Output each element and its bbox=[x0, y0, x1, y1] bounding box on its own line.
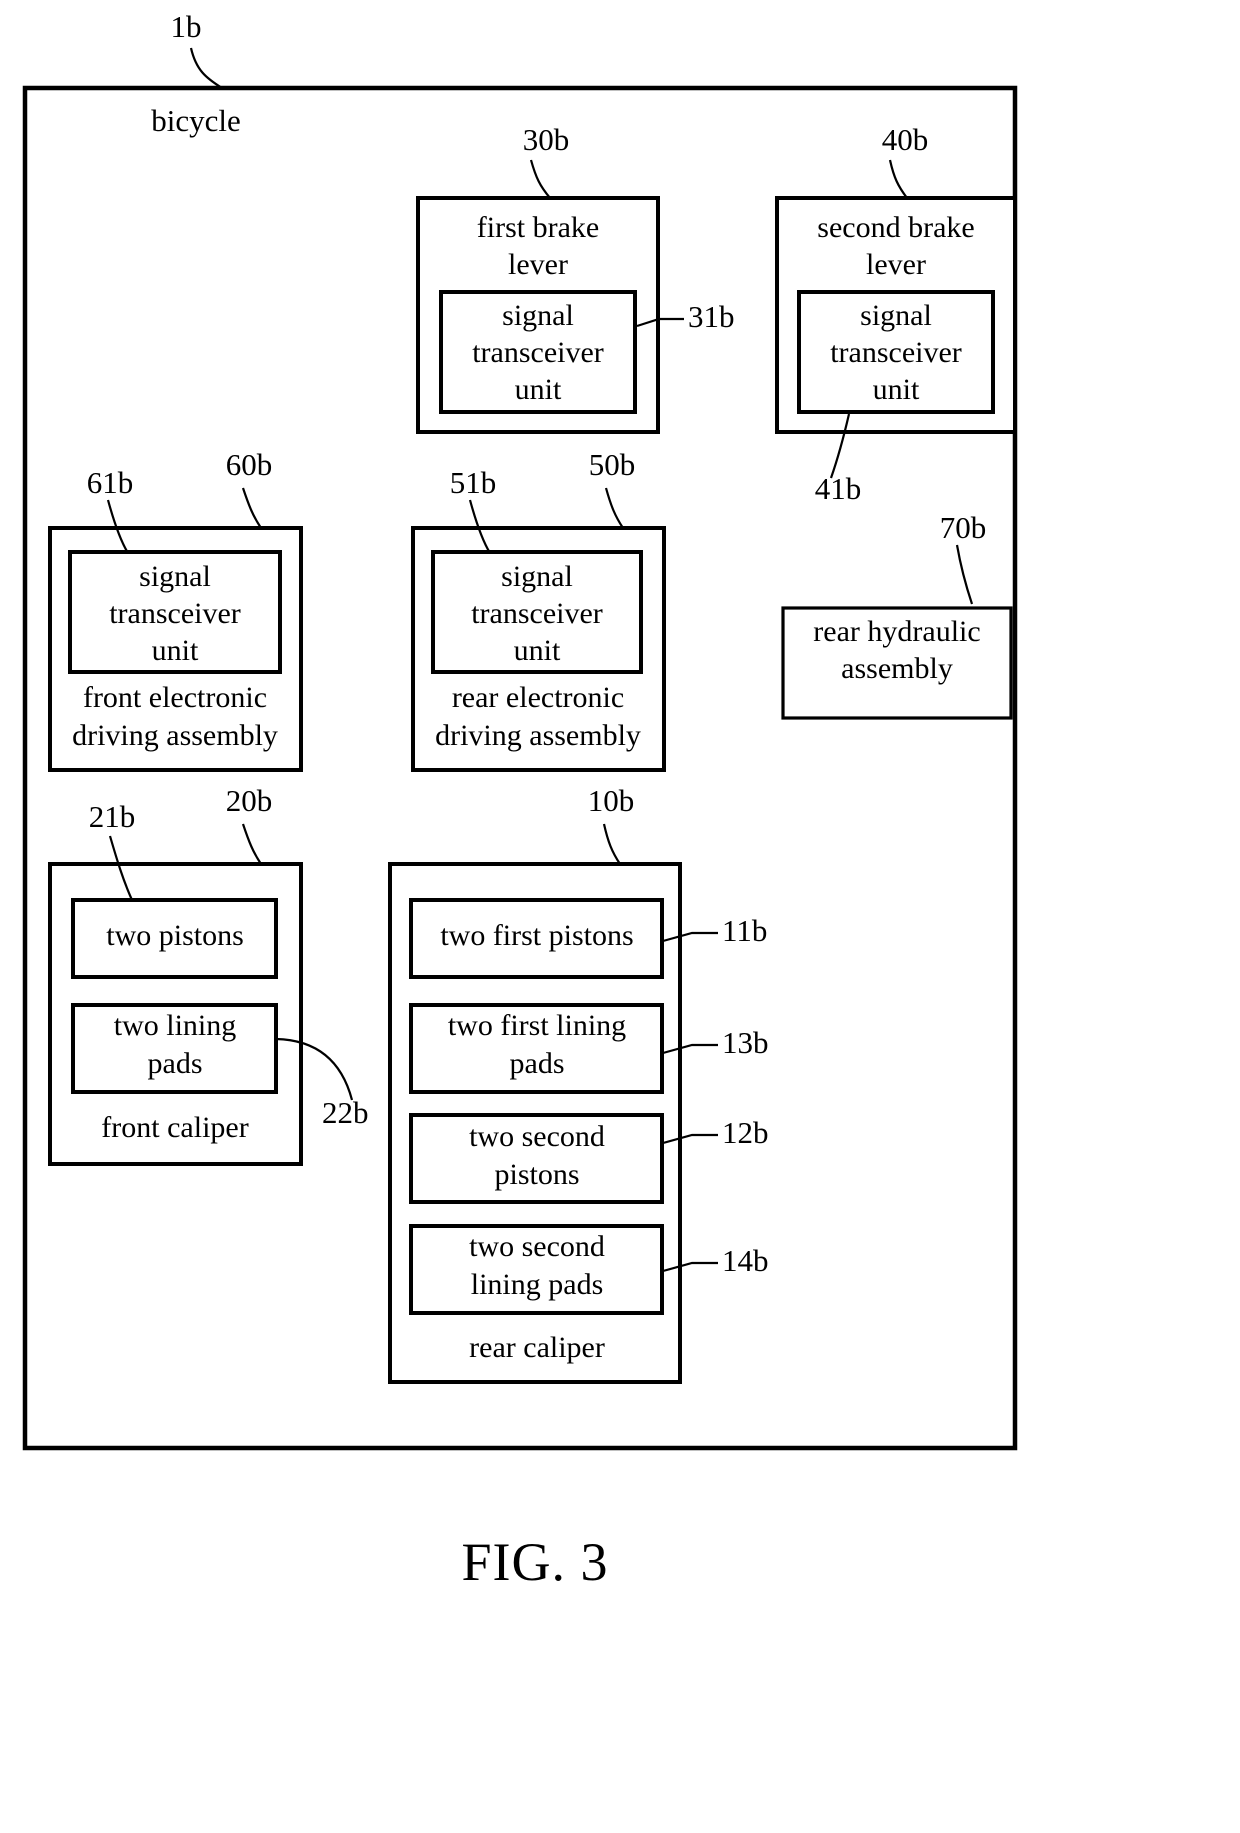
ref-12b: 12b bbox=[722, 1115, 769, 1150]
rear-second-pistons-line1: two second bbox=[469, 1120, 605, 1153]
first-lever-transceiver-line1: signal bbox=[502, 299, 574, 332]
ref-40b: 40b bbox=[882, 122, 929, 157]
ref-20b: 20b bbox=[226, 783, 273, 818]
patent-figure: bicycle 1b first brake lever 30b signal … bbox=[0, 0, 1240, 1833]
rear-hydraulic-line1: rear hydraulic bbox=[813, 615, 980, 648]
first-lever-transceiver-line2: transceiver bbox=[472, 336, 604, 369]
second-lever-transceiver-line1: signal bbox=[860, 299, 932, 332]
ref-61b: 61b bbox=[87, 465, 134, 500]
rear-second-lining-pads-line1: two second bbox=[469, 1230, 605, 1263]
front-driving-assembly-line2: driving assembly bbox=[72, 719, 278, 752]
rear-second-pistons-line2: pistons bbox=[494, 1158, 579, 1191]
front-driving-assembly-line1: front electronic bbox=[83, 681, 267, 714]
second-lever-transceiver-line2: transceiver bbox=[830, 336, 962, 369]
ref-11b: 11b bbox=[722, 913, 767, 948]
rear-driving-assembly-line2: driving assembly bbox=[435, 719, 641, 752]
diagram-canvas: bicycle 1b first brake lever 30b signal … bbox=[22, 9, 1018, 1592]
first-brake-lever-label-line2: lever bbox=[508, 248, 568, 281]
leader-1b bbox=[189, 47, 223, 89]
second-lever-transceiver-line3: unit bbox=[873, 373, 920, 406]
figure-caption: FIG. 3 bbox=[461, 1532, 608, 1592]
front-pistons-label: two pistons bbox=[106, 919, 244, 952]
front-driving-transceiver-line3: unit bbox=[152, 634, 199, 667]
ref-10b: 10b bbox=[588, 783, 635, 818]
ref-60b: 60b bbox=[226, 447, 273, 482]
ref-1b: 1b bbox=[171, 9, 202, 44]
rear-driving-transceiver-line1: signal bbox=[501, 560, 573, 593]
rear-driving-transceiver-line2: transceiver bbox=[471, 597, 603, 630]
front-caliper-label: front caliper bbox=[101, 1111, 248, 1144]
ref-13b: 13b bbox=[722, 1025, 769, 1060]
front-lining-pads-line2: pads bbox=[148, 1047, 203, 1080]
ref-21b: 21b bbox=[89, 799, 136, 834]
ref-30b: 30b bbox=[523, 122, 570, 157]
front-lining-pads-line1: two lining bbox=[114, 1009, 237, 1042]
first-lever-transceiver-line3: unit bbox=[515, 373, 562, 406]
first-brake-lever-label-line1: first brake bbox=[477, 211, 599, 244]
bicycle-label: bicycle bbox=[151, 103, 241, 138]
rear-driving-transceiver-line3: unit bbox=[514, 634, 561, 667]
rear-first-pistons-label: two first pistons bbox=[440, 919, 633, 952]
second-brake-lever-label-line2: lever bbox=[866, 248, 926, 281]
ref-41b: 41b bbox=[815, 471, 862, 506]
ref-22b: 22b bbox=[322, 1095, 369, 1130]
ref-31b: 31b bbox=[688, 299, 735, 334]
second-brake-lever-label-line1: second brake bbox=[817, 211, 974, 244]
rear-caliper-label: rear caliper bbox=[469, 1331, 605, 1364]
rear-hydraulic-line2: assembly bbox=[841, 652, 953, 685]
rear-first-lining-pads-line2: pads bbox=[510, 1047, 565, 1080]
ref-14b: 14b bbox=[722, 1243, 769, 1278]
ref-50b: 50b bbox=[589, 447, 636, 482]
front-driving-transceiver-line2: transceiver bbox=[109, 597, 241, 630]
ref-70b: 70b bbox=[940, 510, 987, 545]
rear-first-lining-pads-line1: two first lining bbox=[448, 1009, 626, 1042]
rear-second-lining-pads-line2: lining pads bbox=[471, 1268, 604, 1301]
rear-driving-assembly-line1: rear electronic bbox=[452, 681, 624, 714]
front-driving-transceiver-line1: signal bbox=[139, 560, 211, 593]
ref-51b: 51b bbox=[450, 465, 497, 500]
